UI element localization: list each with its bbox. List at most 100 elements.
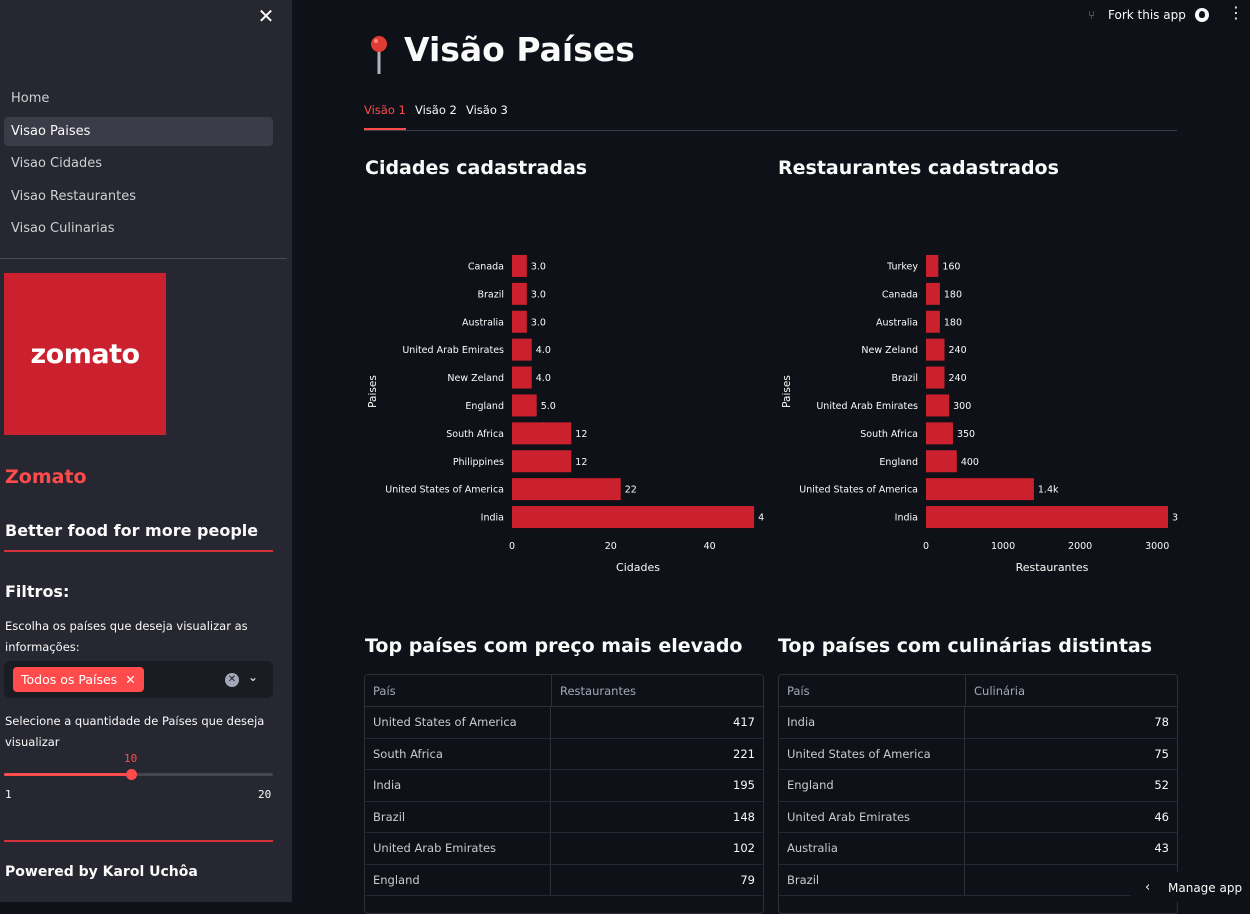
country-cell: South Africa	[365, 738, 551, 769]
x-tick-label: 3000	[1145, 541, 1169, 552]
country-cell: England	[365, 864, 551, 895]
bar[interactable]	[512, 394, 537, 417]
selected-country-tag[interactable]: Todos os Países ✕	[13, 667, 144, 692]
clear-selection-icon[interactable]: ✕	[225, 673, 239, 687]
tab-visao-2[interactable]: Visão 2	[415, 102, 457, 130]
bar[interactable]	[512, 254, 527, 277]
close-sidebar-icon[interactable]: ✕	[256, 6, 276, 26]
country-cell: United Arab Emirates	[365, 833, 551, 864]
chart-title-restaurantes: Restaurantes cadastrados	[778, 157, 1059, 179]
bar[interactable]	[512, 366, 532, 389]
bar[interactable]	[512, 478, 621, 501]
bar[interactable]	[926, 478, 1034, 501]
table-row[interactable]: United States of America 75	[779, 738, 1177, 770]
y-tick-label: England	[465, 401, 504, 412]
table-row[interactable]: United Arab Emirates 46	[779, 801, 1177, 833]
country-cell: United States of America	[365, 707, 551, 738]
chart-cidades: Paises Canada 3.0 Brazil 3.0 Australia 3.0 Unit…	[364, 190, 770, 594]
column-header[interactable]: Restaurantes	[551, 675, 763, 706]
table-row[interactable]: Brazil 148	[365, 801, 763, 833]
y-tick-label: United States of America	[385, 485, 504, 496]
remove-tag-icon[interactable]: ✕	[125, 672, 135, 687]
table-row[interactable]: United States of America 417	[365, 707, 763, 739]
chart-title-cidades: Cidades cadastradas	[365, 157, 588, 179]
column-header[interactable]: Culinária	[965, 675, 1177, 706]
fork-icon[interactable]: ⑂	[1088, 8, 1095, 22]
bar[interactable]	[926, 394, 950, 417]
bar[interactable]	[926, 282, 940, 305]
table-row[interactable]: United Arab Emirates 102	[365, 833, 763, 865]
tagline-divider	[4, 550, 273, 552]
bar[interactable]	[926, 506, 1168, 529]
y-tick-label: Australia	[462, 317, 504, 328]
bar[interactable]	[926, 338, 945, 361]
bar[interactable]	[512, 338, 532, 361]
bar[interactable]	[512, 310, 527, 333]
bar[interactable]	[512, 422, 572, 445]
countries-multiselect[interactable]: Todos os Países ✕ ✕ ⌄	[4, 661, 273, 698]
slider-track[interactable]	[4, 773, 273, 776]
x-tick-label: 40	[704, 541, 716, 552]
table-row[interactable]: India 78	[779, 707, 1177, 739]
y-tick-label: Australia	[876, 317, 918, 328]
y-tick-label: New Zeland	[447, 373, 504, 384]
fork-app-button[interactable]: Fork this app	[1108, 8, 1186, 22]
bar[interactable]	[926, 254, 939, 277]
data-label: 240	[948, 345, 966, 356]
powered-by: Powered by Karol Uchôa	[5, 864, 198, 880]
chart-cidades-svg: Paises Canada 3.0 Brazil 3.0 Australia 3.0 Unit…	[367, 254, 770, 574]
nav-item-visao-restaurantes[interactable]: Visao Restaurantes	[4, 182, 273, 211]
chart-restaurantes-svg: Paises Turkey 160 Canada 180 Australia 180 New …	[781, 254, 1193, 574]
country-cell: United States of America	[779, 738, 965, 769]
table-culinarias[interactable]: País Culinária India 78 United States of Ame…	[778, 674, 1178, 914]
table-row[interactable]: England 52	[779, 770, 1177, 802]
table-row[interactable]: India 195	[365, 770, 763, 802]
bar[interactable]	[512, 282, 527, 305]
table-row[interactable]: South Africa 221	[365, 738, 763, 770]
value-cell: 52	[1154, 778, 1169, 792]
table-row[interactable]: Brazil	[779, 864, 1177, 896]
bar[interactable]	[926, 422, 953, 445]
bar[interactable]	[926, 450, 957, 473]
column-header[interactable]: País	[779, 675, 965, 706]
x-tick-label: 0	[509, 541, 515, 552]
countries-label: Escolha os países que deseja visualizar …	[5, 619, 248, 654]
bar[interactable]	[512, 450, 572, 473]
value-cell: 221	[733, 746, 755, 761]
bar[interactable]	[926, 366, 945, 389]
value-cell: 417	[733, 715, 755, 729]
table-row[interactable]: England 79	[365, 864, 763, 896]
data-label: 12	[575, 457, 587, 468]
table-preco[interactable]: País Restaurantes United States of America…	[364, 674, 764, 914]
nav-item-visao-cidades[interactable]: Visao Cidades	[4, 149, 273, 178]
y-tick-label: South Africa	[860, 429, 918, 440]
tab-visao-3[interactable]: Visão 3	[466, 102, 508, 130]
slider-thumb[interactable]	[126, 769, 138, 780]
column-header[interactable]: País	[365, 675, 551, 706]
manage-app-button[interactable]: ‹ Manage app	[1131, 872, 1250, 902]
chart-restaurantes: Paises Turkey 160 Canada 180 Australia 180 New …	[778, 190, 1193, 594]
country-cell: India	[779, 707, 965, 738]
nav-item-home[interactable]: Home	[4, 84, 273, 113]
nav-item-visao-culinarias[interactable]: Visao Culinarias	[4, 214, 273, 243]
country-cell: India	[365, 770, 551, 801]
y-tick-label: Canada	[882, 289, 918, 300]
menu-dots-icon[interactable]: ⋮	[1228, 5, 1244, 21]
chevron-down-icon[interactable]: ⌄	[248, 670, 258, 684]
y-axis-label: Paises	[367, 375, 379, 408]
github-icon[interactable]	[1195, 8, 1209, 22]
bar[interactable]	[512, 506, 755, 529]
x-tick-label: 2000	[1068, 541, 1092, 552]
x-tick-label: 1000	[991, 541, 1015, 552]
nav-divider	[0, 258, 287, 259]
nav-item-visao-paises[interactable]: Visao Paises	[4, 116, 273, 146]
y-tick-label: United Arab Emirates	[402, 345, 504, 356]
tab-visao-1[interactable]: Visão 1	[364, 102, 406, 130]
table-title-culinarias: Top países com culinárias distintas	[778, 635, 1153, 657]
slider-fill	[4, 773, 132, 776]
country-cell: Brazil	[365, 801, 551, 832]
bar[interactable]	[926, 310, 940, 333]
value-cell: 79	[740, 872, 755, 887]
table-row[interactable]: Australia 43	[779, 833, 1177, 865]
value-cell: 102	[733, 841, 755, 855]
